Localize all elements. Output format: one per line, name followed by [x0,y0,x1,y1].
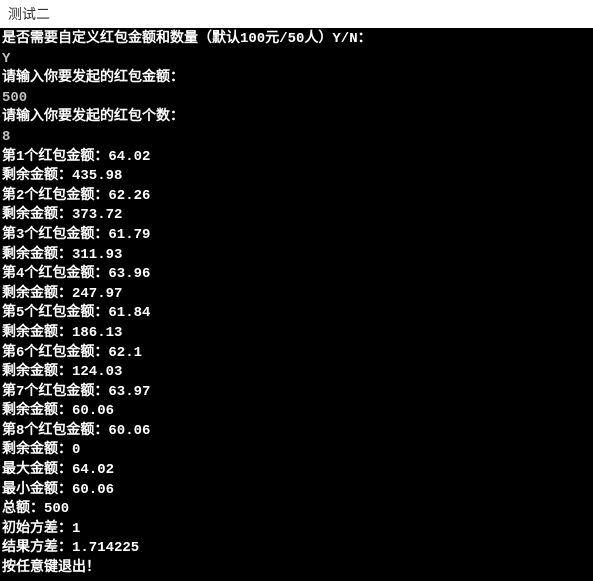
console-output-line: 剩余金额：435.98 [0,167,593,187]
console-output-line: 第3个红包金额：61.79 [0,226,593,246]
console-output-line: 第5个红包金额：61.84 [0,304,593,324]
console-output-line: 结果方差：1.714225 [0,539,593,559]
console-output-line: 总额：500 [0,500,593,520]
console-input-line: 8 [0,128,593,148]
console-output-line: 最大金额：64.02 [0,461,593,481]
console-input-line: Y [0,50,593,70]
console-output-line: 初始方差：1 [0,520,593,540]
console-output-line: 剩余金额：311.93 [0,246,593,266]
console-input-line: 500 [0,89,593,109]
console-output-line: 剩余金额：247.97 [0,285,593,305]
console-output-line: 剩余金额：0 [0,441,593,461]
console-output-line: 第4个红包金额：63.96 [0,265,593,285]
console-output-line: 剩余金额：186.13 [0,324,593,344]
page-title: 测试二 [0,0,593,28]
console-output-line: 第6个红包金额：62.1 [0,344,593,364]
console-output-line: 最小金额：60.06 [0,481,593,501]
console-output-line: 请输入你要发起的红包金额： [0,69,593,89]
console-output-line: 请输入你要发起的红包个数： [0,108,593,128]
console-output-line: 第2个红包金额：62.26 [0,187,593,207]
console-output-line: 第8个红包金额：60.06 [0,422,593,442]
console-output-line: 剩余金额：60.06 [0,402,593,422]
console-output-line: 剩余金额：373.72 [0,206,593,226]
console-output-line: 是否需要自定义红包金额和数量（默认100元/50人）Y/N： [0,30,593,50]
console-output-line: 剩余金额：124.03 [0,363,593,383]
console-output[interactable]: 是否需要自定义红包金额和数量（默认100元/50人）Y/N：Y请输入你要发起的红… [0,28,593,581]
console-output-line: 第1个红包金额：64.02 [0,148,593,168]
console-output-line: 第7个红包金额：63.97 [0,383,593,403]
console-output-line: 按任意键退出！ [0,559,593,579]
